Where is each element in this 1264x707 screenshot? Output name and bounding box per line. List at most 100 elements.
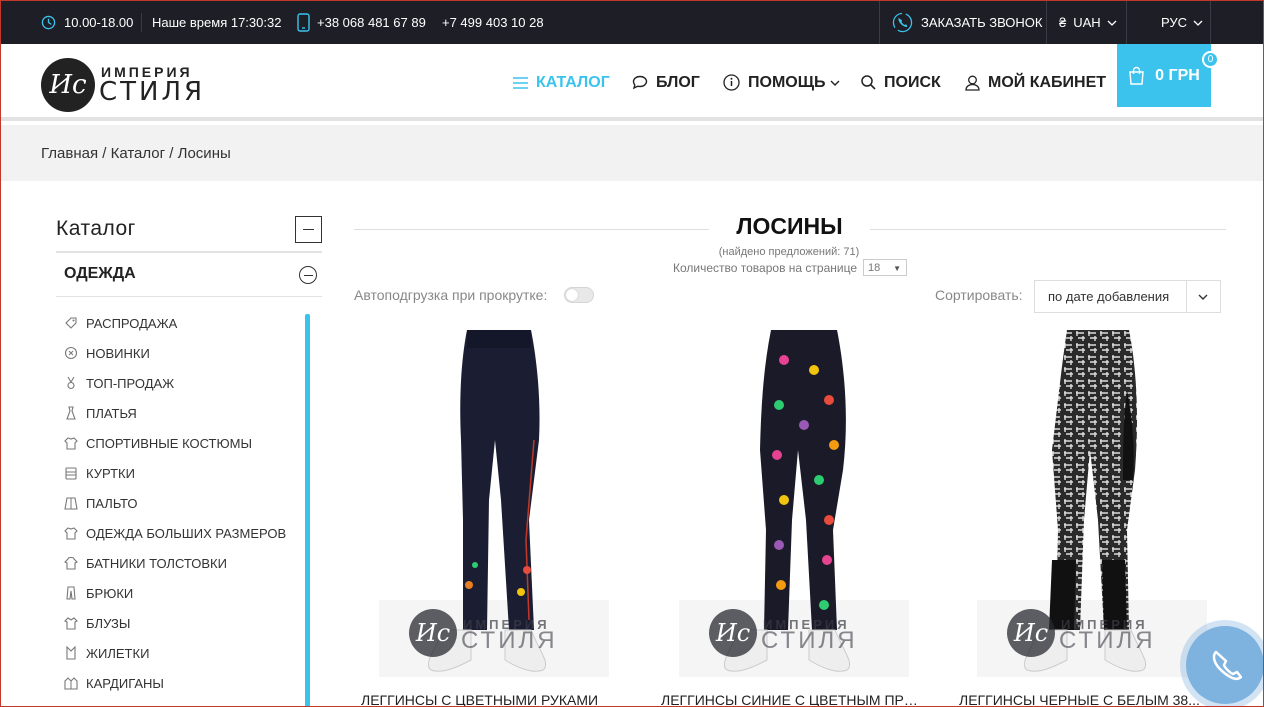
per-page-value: 18 bbox=[868, 261, 881, 274]
product-card[interactable]: Ис ИМПЕРИЯ СТИЛЯ ЛЕГГИНСЫ СИНИЕ С ЦВЕТНЫ… bbox=[661, 330, 925, 706]
divider bbox=[1126, 1, 1127, 44]
product-image[interactable]: Ис ИМПЕРИЯ СТИЛЯ bbox=[669, 330, 919, 677]
nav-blog-label: БЛОГ bbox=[656, 73, 700, 91]
hryvnia-icon: ₴ bbox=[1059, 15, 1067, 30]
nav-help-label: ПОМОЩЬ bbox=[748, 73, 826, 91]
cart-button[interactable]: 0 ГРН bbox=[1117, 44, 1211, 107]
triangle-down-icon: ▼ bbox=[893, 264, 901, 273]
sidebar-item-label: ПЛАТЬЯ bbox=[86, 405, 137, 421]
mobile-phone-icon bbox=[297, 13, 310, 32]
watermark-line-2: СТИЛЯ bbox=[461, 627, 558, 654]
phone-handset-icon bbox=[1212, 650, 1242, 680]
minus-icon bbox=[303, 274, 313, 276]
callback-button[interactable]: ЗАКАЗАТЬ ЗВОНОК bbox=[892, 1, 1043, 44]
cart-count-badge: 0 bbox=[1202, 51, 1219, 68]
per-page-label: Количество товаров на странице bbox=[673, 261, 858, 275]
sidebar-collapse-button[interactable] bbox=[295, 216, 322, 243]
sidebar-item[interactable]: РАСПРОДАЖА bbox=[64, 313, 177, 333]
product-name[interactable]: ЛЕГГИНСЫ ЧЕРНЫЕ С БЕЛЫМ 38... bbox=[959, 692, 1223, 706]
phone-1[interactable]: +38 068 481 67 89 bbox=[297, 1, 426, 44]
info-icon bbox=[723, 74, 740, 91]
sidebar-category-title[interactable]: ОДЕЖДА bbox=[64, 265, 136, 283]
currency-select[interactable]: ₴ UAH bbox=[1059, 1, 1117, 44]
sidebar-item[interactable]: КУРТКИ bbox=[64, 463, 135, 483]
vest-icon bbox=[64, 646, 78, 660]
tag-icon bbox=[64, 316, 78, 330]
sidebar-item[interactable]: ЖИЛЕТКИ bbox=[64, 643, 149, 663]
search-icon bbox=[861, 75, 876, 90]
sidebar-title: Каталог bbox=[56, 217, 136, 240]
logo[interactable]: Ис ИМПЕРИЯ СТИЛЯ bbox=[41, 54, 202, 112]
dress-icon bbox=[64, 406, 78, 420]
shopping-bag-icon bbox=[1129, 66, 1144, 85]
divider bbox=[1186, 281, 1187, 312]
sidebar-item[interactable]: БРЮКИ bbox=[64, 583, 133, 603]
sort-value: по дате добавления bbox=[1048, 289, 1170, 304]
sort-label: Сортировать: bbox=[935, 287, 1023, 303]
cardigan-icon bbox=[64, 676, 78, 690]
phone-call-icon bbox=[892, 12, 913, 33]
jacket-icon bbox=[64, 466, 78, 480]
collapse-circle-icon[interactable] bbox=[299, 266, 317, 284]
sidebar-item[interactable]: БАТНИКИ ТОЛСТОВКИ bbox=[64, 553, 227, 573]
logo-line-2: СТИЛЯ bbox=[99, 77, 206, 107]
menu-icon bbox=[513, 76, 528, 89]
hours-text: 10.00-18.00 bbox=[64, 15, 134, 30]
product-name[interactable]: ЛЕГГИНСЫ СИНИЕ С ЦВЕТНЫМ ПРИНТОМ bbox=[661, 692, 925, 706]
nav-blog[interactable]: БЛОГ bbox=[632, 44, 700, 121]
product-card[interactable]: Ис ИМПЕРИЯ СТИЛЯ ЛЕГГИНСЫ ЧЕРНЫЕ С БЕЛЫМ… bbox=[959, 330, 1217, 706]
sidebar-item[interactable]: ПЛАТЬЯ bbox=[64, 403, 137, 423]
nav-account-label: МОЙ КАБИНЕТ bbox=[988, 73, 1107, 91]
sidebar-item[interactable]: СПОРТИВНЫЕ КОСТЮМЫ bbox=[64, 433, 252, 453]
clock-icon bbox=[41, 15, 56, 30]
phone-1-text: +38 068 481 67 89 bbox=[317, 15, 426, 30]
nav-help[interactable]: ПОМОЩЬ bbox=[723, 44, 840, 121]
floating-call-button[interactable] bbox=[1186, 626, 1263, 704]
nav-account[interactable]: МОЙ КАБИНЕТ bbox=[965, 44, 1106, 121]
sidebar-item[interactable]: ТОП-ПРОДАЖ bbox=[64, 373, 174, 393]
product-image[interactable]: Ис ИМПЕРИЯ СТИЛЯ bbox=[967, 330, 1217, 677]
sidebar-item[interactable]: ОДЕЖДА БОЛЬШИХ РАЗМЕРОВ bbox=[64, 523, 286, 543]
divider bbox=[141, 13, 142, 32]
cart-total: 0 ГРН bbox=[1155, 66, 1200, 84]
sidebar-item[interactable]: ПАЛЬТО bbox=[64, 493, 138, 513]
sidebar-item-label: СПОРТИВНЫЕ КОСТЮМЫ bbox=[86, 435, 252, 451]
title-rule-right bbox=[870, 229, 1226, 230]
sidebar-item-label: БАТНИКИ ТОЛСТОВКИ bbox=[86, 555, 227, 571]
sidebar-item[interactable]: НОВИНКИ bbox=[64, 343, 150, 363]
phone-2[interactable]: +7 499 403 10 28 bbox=[442, 1, 544, 44]
breadcrumb[interactable]: Главная / Каталог / Лосины bbox=[1, 125, 1263, 181]
nav-catalog-label: КАТАЛОГ bbox=[536, 73, 610, 91]
autoload-toggle[interactable] bbox=[564, 287, 594, 303]
sidebar-scrollbar[interactable] bbox=[305, 314, 310, 706]
product-name[interactable]: ЛЕГГИНСЫ С ЦВЕТНЫМИ РУКАМИ bbox=[361, 692, 625, 706]
product-image[interactable]: Ис ИМПЕРИЯ СТИЛЯ bbox=[369, 330, 619, 677]
sidebar-item[interactable]: КАРДИГАНЫ bbox=[64, 673, 164, 693]
watermark-monogram: Ис bbox=[709, 609, 757, 657]
hoodie-icon bbox=[64, 556, 78, 570]
chevron-down-icon bbox=[1198, 294, 1208, 300]
product-card[interactable]: Ис ИМПЕРИЯ СТИЛЯ ЛЕГГИНСЫ С ЦВЕТНЫМИ РУК… bbox=[361, 330, 619, 706]
watermark-logo: Ис ИМПЕРИЯ СТИЛЯ bbox=[409, 605, 609, 665]
sidebar-item[interactable]: БЛУЗЫ bbox=[64, 613, 130, 633]
found-count: (найдено предложений: 71) bbox=[718, 246, 860, 258]
page: 10.00-18.00 Наше время 17:30:32 +38 068 … bbox=[0, 0, 1264, 707]
divider bbox=[1210, 1, 1211, 44]
watermark-monogram: Ис bbox=[1007, 609, 1055, 657]
chevron-down-icon bbox=[1193, 20, 1203, 26]
title-rule-left bbox=[354, 229, 709, 230]
divider bbox=[1046, 1, 1047, 44]
language-select[interactable]: РУС bbox=[1161, 1, 1203, 44]
nav-catalog[interactable]: КАТАЛОГ bbox=[513, 44, 610, 121]
blouse-icon bbox=[64, 616, 78, 630]
sort-select[interactable]: по дате добавления bbox=[1034, 280, 1221, 313]
sidebar-item-label: КУРТКИ bbox=[86, 465, 135, 481]
per-page-select[interactable]: 18 ▼ bbox=[863, 259, 907, 276]
sidebar-item-label: ПАЛЬТО bbox=[86, 495, 138, 511]
nav-search[interactable]: ПОИСК bbox=[861, 44, 941, 121]
language-label: РУС bbox=[1161, 15, 1188, 30]
watermark-logo: Ис ИМПЕРИЯ СТИЛЯ bbox=[709, 605, 909, 665]
sidebar-item-label: БРЮКИ bbox=[86, 585, 134, 601]
sidebar-item-label: ЖИЛЕТКИ bbox=[86, 645, 150, 661]
sidebar-item-label: РАСПРОДАЖА bbox=[86, 315, 178, 331]
